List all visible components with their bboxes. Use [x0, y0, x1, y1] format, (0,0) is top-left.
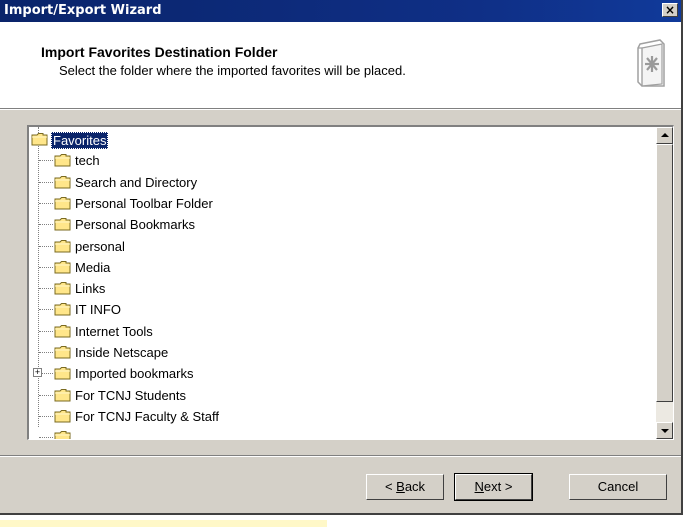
folder-icon [54, 217, 72, 231]
window-title: Import/Export Wizard [4, 3, 162, 18]
cancel-label: Cancel [597, 479, 639, 494]
wizard-window: Import/Export Wizard × Import Favorites … [0, 0, 683, 515]
close-icon: × [664, 3, 676, 17]
folder-icon [54, 388, 72, 402]
back-accesskey: B [396, 479, 405, 494]
arrow-down-icon [661, 429, 669, 433]
tree-item[interactable]: Links [29, 278, 651, 299]
wizard-book-icon [637, 39, 665, 87]
tree-item[interactable]: For TCNJ Students [29, 385, 651, 406]
next-label: ext > [483, 479, 513, 494]
folder-icon [54, 302, 72, 316]
expand-plus-icon[interactable]: + [33, 368, 42, 378]
folder-icon [54, 153, 72, 167]
back-button[interactable]: < Back [366, 474, 444, 500]
tree-connector [39, 309, 53, 311]
tree-item-label: Personal Bookmarks [75, 217, 195, 233]
open-folder-icon [31, 132, 49, 146]
folder-icon [54, 281, 72, 295]
folder-icon [54, 430, 72, 439]
page-subtitle: Select the folder where the imported fav… [59, 63, 406, 78]
tree-connector [39, 224, 53, 226]
back-prefix: < [384, 479, 397, 494]
next-accesskey: N [474, 479, 484, 494]
close-button[interactable]: × [662, 3, 678, 17]
tree-item[interactable]: Personal Bookmarks [29, 214, 651, 235]
page-title: Import Favorites Destination Folder [41, 44, 278, 60]
folder-icon [54, 260, 72, 274]
tree-item[interactable]: IT INFO [29, 299, 651, 320]
tree-item[interactable]: Personal Toolbar Folder [29, 193, 651, 214]
background-strip [0, 520, 327, 527]
folder-icon [54, 345, 72, 359]
folder-icon [54, 175, 72, 189]
back-label: ack [404, 479, 426, 494]
tree-item[interactable]: tech [29, 150, 651, 171]
tree-item-label: Internet Tools [75, 323, 153, 339]
next-button[interactable]: Next > [454, 473, 533, 501]
tree-item[interactable]: Media [29, 257, 651, 278]
tree-item-label: tech [75, 153, 100, 169]
cancel-button[interactable]: Cancel [569, 474, 667, 500]
tree-item-label: For TCNJ Students [75, 387, 187, 403]
wizard-header: Import Favorites Destination Folder Sele… [0, 22, 681, 109]
arrow-up-icon [661, 133, 669, 137]
header-divider [0, 109, 681, 110]
folder-icon [54, 409, 72, 423]
tree-connector [39, 160, 53, 162]
tree-item-favorites[interactable]: Favorites [29, 129, 651, 150]
title-bar[interactable]: Import/Export Wizard × [0, 0, 681, 22]
folder-icon [54, 196, 72, 210]
tree-connector [39, 394, 53, 397]
tree-connector [39, 202, 53, 205]
tree-connector [39, 415, 53, 418]
tree-item-partial [29, 427, 651, 439]
tree-item[interactable]: personal [29, 236, 651, 257]
tree-item[interactable]: For TCNJ Faculty & Staff [29, 406, 651, 427]
footer-divider-highlight [0, 456, 681, 457]
folder-icon [54, 324, 72, 338]
tree-item-label: Inside Netscape [75, 345, 169, 360]
folder-icon [54, 366, 72, 380]
tree-item[interactable]: + Imported bookmarks [29, 363, 651, 384]
tree-item-label: IT INFO [75, 302, 121, 318]
tree-item-label: Favorites [51, 132, 109, 149]
tree-item-label: personal [75, 238, 125, 254]
tree-connector [39, 245, 53, 248]
tree-connector [39, 181, 53, 184]
scroll-up-button[interactable] [656, 127, 673, 144]
scroll-track[interactable] [656, 402, 673, 422]
tree-item[interactable]: Search and Directory [29, 172, 651, 193]
tree-connector [39, 437, 53, 439]
tree-item-label: Search and Directory [75, 174, 198, 190]
folder-tree[interactable]: Favorites tech Search and Directory Persona… [27, 125, 674, 440]
tree-item-label: Imported bookmarks [75, 366, 194, 382]
tree-connector [39, 288, 53, 290]
tree-item-label: Media [75, 259, 111, 275]
tree-item-label: For TCNJ Faculty & Staff [75, 408, 220, 424]
scroll-down-button[interactable] [656, 422, 673, 439]
tree-item-label: Links [75, 281, 106, 297]
tree-connector [39, 352, 53, 354]
tree-item-label: Personal Toolbar Folder [75, 195, 213, 211]
vertical-scrollbar[interactable] [656, 127, 673, 439]
scroll-thumb[interactable] [656, 144, 673, 402]
tree-connector [39, 330, 53, 333]
folder-icon [54, 239, 72, 253]
tree-item[interactable]: Inside Netscape [29, 342, 651, 363]
tree-item[interactable]: Internet Tools [29, 321, 651, 342]
tree-connector [39, 266, 53, 269]
